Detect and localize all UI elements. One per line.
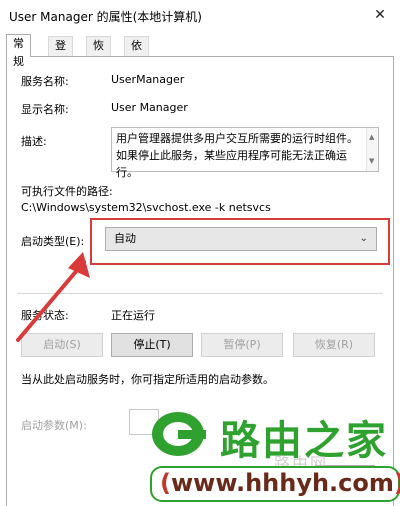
startup-type-select[interactable]: 自动 ⌄ [105,227,377,251]
description-label: 描述: [21,135,47,148]
scroll-down-icon[interactable]: ▼ [369,153,374,170]
watermark: 路由之家 路由网 (www.hhhyh.com) [150,406,400,506]
divider [17,293,383,294]
display-name-label: 显示名称: [21,103,69,116]
tab-recovery[interactable]: 恢复 [86,36,111,70]
startup-type-value: 自动 [114,232,136,245]
start-button[interactable]: 启动(S) [21,333,103,357]
exe-path-value: C:\Windows\system32\svchost.exe -k netsv… [21,201,271,214]
service-name-value: UserManager [111,73,185,86]
url-paren-close: ) [394,469,400,497]
description-textbox[interactable]: 用户管理器提供多用户交互所需要的运行时组件。如果停止此服务，某些应用程序可能无法… [111,127,379,179]
start-params-label: 启动参数(M): [21,419,87,432]
description-text: 用户管理器提供多用户交互所需要的运行时组件。如果停止此服务，某些应用程序可能无法… [116,132,358,179]
close-icon[interactable]: ✕ [360,0,400,30]
url-paren-open: ( [160,469,171,497]
tab-general[interactable]: 常规 [6,34,31,68]
window-title: User Manager 的属性(本地计算机) [9,10,202,24]
resume-button[interactable]: 恢复(R) [293,333,375,357]
tab-dependencies[interactable]: 依存关系 [124,36,149,106]
service-status-label: 服务状态: [21,309,69,322]
description-scrollbar[interactable]: ▲ ▼ [366,128,378,171]
tab-logon[interactable]: 登录 [48,36,73,70]
exe-path-label: 可执行文件的路径: [21,185,113,198]
pause-button[interactable]: 暂停(P) [201,333,283,357]
service-name-label: 服务名称: [21,75,69,88]
display-name-value: User Manager [111,101,188,114]
startup-type-label: 启动类型(E): [21,235,85,248]
service-status-value: 正在运行 [111,309,155,322]
start-params-hint: 当从此处启动服务时，你可指定所适用的启动参数。 [21,373,274,386]
scroll-up-icon[interactable]: ▲ [369,129,374,146]
brand-url: (www.hhhyh.com) [150,466,400,502]
stop-button[interactable]: 停止(T) [111,333,193,357]
chevron-down-icon: ⌄ [359,233,368,244]
title-bar: User Manager 的属性(本地计算机) ✕ [0,0,400,30]
brand-logo-icon [152,412,206,456]
url-text: www.hhhyh.com [170,469,394,497]
